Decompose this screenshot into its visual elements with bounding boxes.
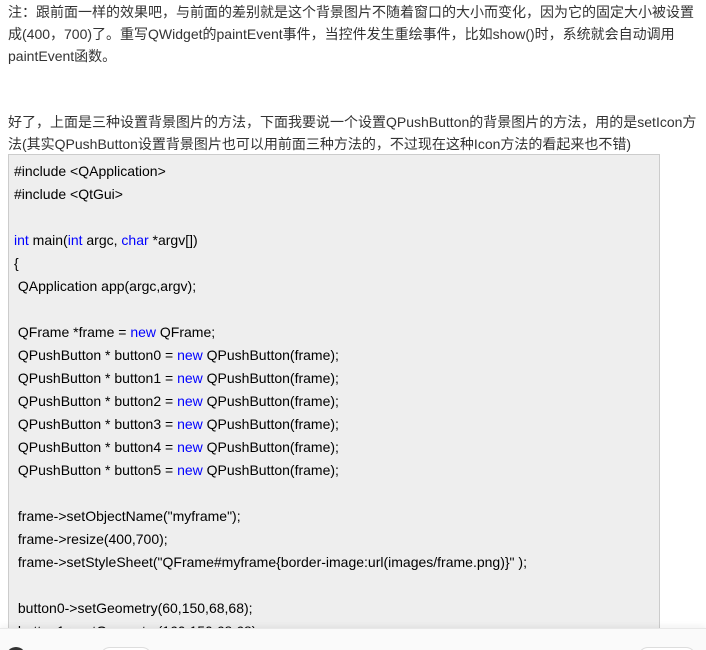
code-text: QPushButton * button0 =: [14, 347, 178, 363]
code-keyword: new: [177, 416, 203, 432]
bottom-toolbar: [0, 628, 706, 650]
article-page: 注：跟前面一样的效果吧，与前面的差别就是这个背景图片不随着窗口的大小而变化，因为…: [0, 0, 706, 650]
code-text: QPushButton(frame);: [202, 462, 339, 478]
code-text: frame->setObjectName("myframe");: [14, 508, 241, 524]
paragraph-seticon-intro: 好了，上面是三种设置背景图片的方法，下面我要说一个设置QPushButton的背…: [8, 114, 697, 152]
code-line: button0->setGeometry(60,150,68,68);: [14, 597, 253, 620]
code-text: QPushButton(frame);: [202, 439, 339, 455]
code-text: QFrame;: [156, 324, 216, 340]
code-line: frame->resize(400,700);: [14, 528, 168, 551]
code-text: frame->resize(400,700);: [14, 531, 168, 547]
code-keyword: new: [177, 370, 203, 386]
code-text: #include <QApplication>: [14, 163, 166, 179]
code-keyword: new: [177, 462, 203, 478]
code-text: QApplication app(argc,argv);: [14, 278, 197, 294]
code-line: QPushButton * button4 = new QPushButton(…: [14, 436, 339, 459]
code-text: button0->setGeometry(60,150,68,68);: [14, 600, 253, 616]
code-line: QPushButton * button2 = new QPushButton(…: [14, 390, 339, 413]
code-line: QPushButton * button3 = new QPushButton(…: [14, 413, 339, 436]
code-text: QPushButton(frame);: [202, 416, 339, 432]
code-line: frame->setObjectName("myframe");: [14, 505, 241, 528]
code-line: #include <QApplication>: [14, 160, 166, 183]
code-text: argc,: [82, 232, 122, 248]
code-text: QPushButton * button4 =: [14, 439, 178, 455]
code-keyword: int: [14, 232, 29, 248]
code-keyword: new: [130, 324, 156, 340]
code-keyword: char: [121, 232, 149, 248]
code-line: #include <QtGui>: [14, 183, 123, 206]
code-text: QPushButton * button3 =: [14, 416, 178, 432]
code-keyword: new: [177, 393, 203, 409]
code-text: QPushButton(frame);: [202, 347, 339, 363]
code-text: QPushButton(frame);: [202, 393, 339, 409]
code-line: {: [14, 252, 19, 275]
paragraph-note: 注：跟前面一样的效果吧，与前面的差别就是这个背景图片不随着窗口的大小而变化，因为…: [8, 4, 694, 64]
code-text: QFrame *frame =: [14, 324, 131, 340]
code-line: QPushButton * button1 = new QPushButton(…: [14, 367, 339, 390]
code-block: #include <QApplication> #include <QtGui> i…: [8, 154, 660, 650]
code-keyword: int: [67, 232, 83, 248]
code-text: QPushButton * button5 =: [14, 462, 178, 478]
code-line: int main(int argc, char *argv[]): [14, 229, 198, 252]
code-line: QPushButton * button0 = new QPushButton(…: [14, 344, 339, 367]
code-line: QPushButton * button5 = new QPushButton(…: [14, 459, 339, 482]
code-text: #include <QtGui>: [14, 186, 123, 202]
code-text: frame->setStyleSheet("QFrame#myframe{bor…: [14, 554, 527, 570]
code-line: QApplication app(argc,argv);: [14, 275, 196, 298]
code-line: frame->setStyleSheet("QFrame#myframe{bor…: [14, 551, 527, 574]
code-text: QPushButton(frame);: [202, 370, 339, 386]
code-text: {: [14, 255, 19, 271]
code-text: QPushButton * button2 =: [14, 393, 178, 409]
code-keyword: new: [177, 347, 203, 363]
code-text: main(: [28, 232, 68, 248]
code-text: *argv[]): [148, 232, 198, 248]
code-text: QPushButton * button1 =: [14, 370, 178, 386]
code-keyword: new: [177, 439, 203, 455]
code-line: QFrame *frame = new QFrame;: [14, 321, 215, 344]
